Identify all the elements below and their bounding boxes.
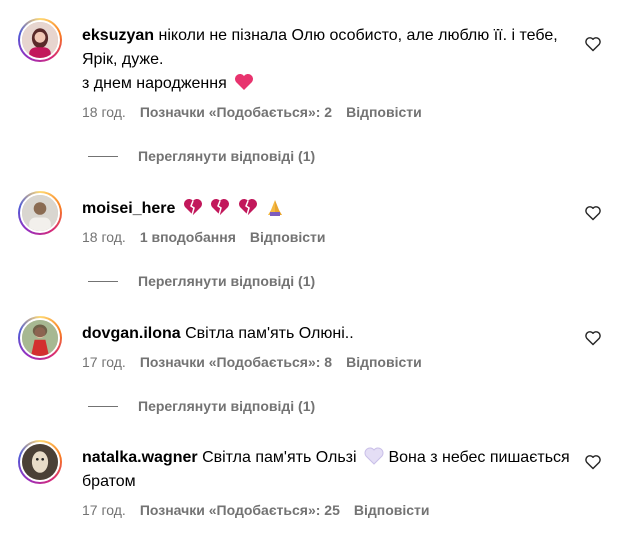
comment-likes[interactable]: Позначки «Подобається»: 25 [140, 502, 340, 518]
like-heart-icon[interactable] [584, 205, 602, 221]
comment-meta: 17 год. Позначки «Подобається»: 8 Відпов… [82, 354, 422, 370]
comment-body: ніколи не пізнала Олю особисто, але любл… [82, 27, 558, 68]
praying-hands-icon [268, 200, 283, 216]
avatar-photo-icon [22, 444, 58, 480]
avatar[interactable] [18, 440, 62, 484]
comment-username[interactable]: natalka.wagner [82, 449, 198, 466]
comment-text: natalka.wagner Світла пам'ять Ользі Вона… [82, 446, 578, 494]
avatar[interactable] [18, 18, 62, 62]
comment-text: dovgan.ilona Світла пам'ять Олюні.. [82, 322, 578, 346]
comment-meta: 17 год. Позначки «Подобається»: 25 Відпо… [82, 502, 430, 518]
comment-body-line2: з днем народження [82, 75, 227, 92]
comment-time[interactable]: 18 год. [82, 229, 126, 245]
reply-button[interactable]: Відповісти [354, 502, 430, 518]
broken-heart-icon [238, 199, 257, 216]
view-replies-button[interactable]: Переглянути відповіді (1) [88, 273, 315, 289]
comment-text: moisei_here [82, 197, 578, 221]
broken-heart-icon [211, 199, 230, 216]
reply-button[interactable]: Відповісти [346, 104, 422, 120]
comment-likes[interactable]: 1 вподобання [140, 229, 236, 245]
comment-likes[interactable]: Позначки «Подобається»: 8 [140, 354, 332, 370]
like-heart-icon[interactable] [584, 36, 602, 52]
comment-username[interactable]: dovgan.ilona [82, 325, 181, 342]
divider [88, 405, 118, 407]
avatar[interactable] [18, 191, 62, 235]
comment-time[interactable]: 17 год. [82, 354, 126, 370]
comment-body: Світла пам'ять Ользі [202, 449, 357, 466]
comment-text: eksuzyan ніколи не пізнала Олю особисто,… [82, 24, 578, 96]
comment-meta: 18 год. Позначки «Подобається»: 2 Відпов… [82, 104, 422, 120]
comment-username[interactable]: moisei_here [82, 200, 175, 217]
avatar-photo-icon [22, 320, 58, 356]
comment-emojis [180, 199, 285, 217]
like-heart-icon[interactable] [584, 330, 602, 346]
avatar[interactable] [18, 316, 62, 360]
comment-username[interactable]: eksuzyan [82, 27, 154, 44]
broken-heart-icon [183, 199, 202, 216]
comment-meta: 18 год. 1 вподобання Відповісти [82, 229, 326, 245]
avatar-photo-icon [22, 22, 58, 58]
divider [88, 155, 118, 157]
reply-button[interactable]: Відповісти [346, 354, 422, 370]
comment-time[interactable]: 17 год. [82, 502, 126, 518]
view-replies-label: Переглянути відповіді (1) [138, 273, 316, 289]
reply-button[interactable]: Відповісти [250, 229, 326, 245]
comment-time[interactable]: 18 год. [82, 104, 126, 120]
comment-likes[interactable]: Позначки «Подобається»: 2 [140, 104, 332, 120]
pink-heart-icon [235, 74, 254, 90]
view-replies-button[interactable]: Переглянути відповіді (1) [88, 148, 315, 164]
like-heart-icon[interactable] [584, 454, 602, 470]
avatar-photo-icon [22, 195, 58, 231]
view-replies-button[interactable]: Переглянути відповіді (1) [88, 398, 315, 414]
divider [88, 280, 118, 282]
white-heart-icon [364, 447, 384, 465]
view-replies-label: Переглянути відповіді (1) [138, 398, 316, 414]
comment-body: Світла пам'ять Олюні.. [185, 325, 354, 342]
view-replies-label: Переглянути відповіді (1) [138, 148, 316, 164]
